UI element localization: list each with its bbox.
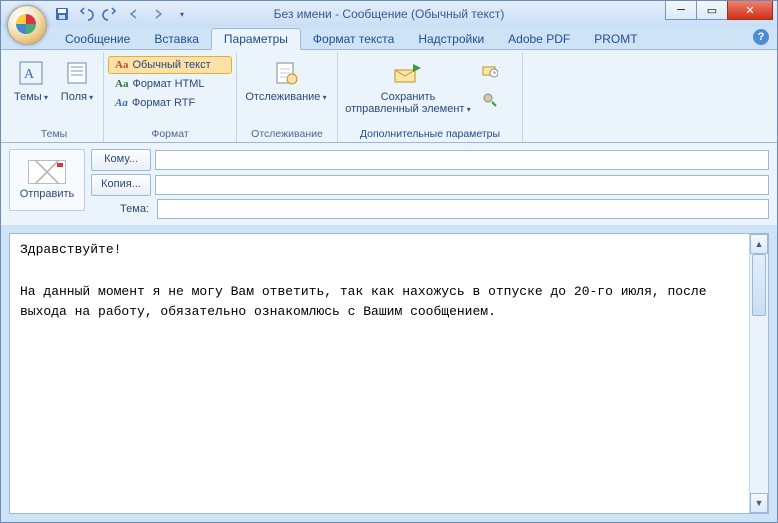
vertical-scrollbar[interactable]: ▲ ▼ — [749, 234, 768, 513]
maximize-button[interactable]: ▭ — [696, 1, 728, 20]
ribbon: A Темы ▾ Поля ▾ Темы AaОбычный текст AaФ… — [1, 50, 777, 143]
delay-delivery-button[interactable] — [478, 58, 502, 82]
format-rtf-button[interactable]: AaФормат RTF — [108, 94, 232, 112]
subject-input[interactable] — [157, 199, 769, 219]
tab-addins[interactable]: Надстройки — [406, 29, 496, 49]
format-plain-button[interactable]: AaОбычный текст — [108, 56, 232, 74]
fields-label: Поля — [61, 91, 87, 103]
tab-format-text[interactable]: Формат текста — [301, 29, 406, 49]
cc-button[interactable]: Копия... — [91, 174, 151, 196]
compose-header: Отправить Кому... Копия... Тема: — [1, 143, 777, 225]
format-plain-label: Обычный текст — [132, 59, 210, 71]
themes-icon: A — [15, 57, 47, 89]
cc-input[interactable] — [155, 175, 769, 195]
group-tracking: Отслеживание ▾ Отслеживание — [237, 52, 338, 142]
send-button[interactable]: Отправить — [9, 149, 85, 211]
scroll-up-button[interactable]: ▲ — [750, 234, 768, 254]
group-format: AaОбычный текст AaФормат HTML AaФормат R… — [104, 52, 237, 142]
tab-options[interactable]: Параметры — [211, 28, 301, 50]
app-window: ▾ Без имени - Сообщение (Обычный текст) … — [0, 0, 778, 523]
to-input[interactable] — [155, 150, 769, 170]
direct-replies-button[interactable] — [478, 88, 502, 112]
tab-adobe-pdf[interactable]: Adobe PDF — [496, 29, 582, 49]
window-controls: ─ ▭ ✕ — [666, 1, 773, 20]
group-format-caption: Формат — [104, 127, 236, 141]
subject-label: Тема: — [91, 203, 153, 215]
group-themes: A Темы ▾ Поля ▾ Темы — [5, 52, 104, 142]
tab-message[interactable]: Сообщение — [53, 29, 142, 49]
svg-text:A: A — [24, 67, 35, 82]
tracking-label: Отслеживание — [245, 91, 320, 103]
office-button[interactable] — [7, 5, 47, 45]
group-more-options: Сохранить отправленный элемент ▾ Дополни… — [338, 52, 523, 142]
quick-access-toolbar: ▾ — [53, 5, 191, 23]
group-tracking-caption: Отслеживание — [237, 127, 337, 141]
undo-icon[interactable] — [77, 5, 95, 23]
header-fields: Кому... Копия... Тема: — [91, 149, 769, 219]
ribbon-tabs: Сообщение Вставка Параметры Формат текст… — [1, 27, 777, 50]
previous-icon[interactable] — [125, 5, 143, 23]
next-icon[interactable] — [149, 5, 167, 23]
format-html-button[interactable]: AaФормат HTML — [108, 75, 232, 93]
tab-promt[interactable]: PROMT — [582, 29, 649, 49]
tab-insert[interactable]: Вставка — [142, 29, 211, 49]
message-body[interactable]: Здравствуйте! На данный момент я не могу… — [20, 240, 746, 507]
format-rtf-label: Формат RTF — [132, 97, 195, 109]
send-label: Отправить — [20, 188, 75, 200]
tracking-icon — [270, 57, 302, 89]
group-more-caption[interactable]: Дополнительные параметры — [338, 127, 522, 141]
qat-customize-icon[interactable]: ▾ — [173, 5, 191, 23]
scroll-down-button[interactable]: ▼ — [750, 493, 768, 513]
themes-label: Темы — [14, 91, 42, 103]
close-button[interactable]: ✕ — [727, 1, 773, 20]
redo-icon[interactable] — [101, 5, 119, 23]
minimize-button[interactable]: ─ — [665, 1, 697, 20]
envelope-icon — [28, 160, 66, 184]
scroll-thumb[interactable] — [752, 254, 766, 316]
save-sent-label: Сохранить отправленный элемент — [345, 91, 464, 115]
save-icon[interactable] — [53, 5, 71, 23]
help-button[interactable]: ? — [753, 29, 769, 45]
to-button[interactable]: Кому... — [91, 149, 151, 171]
title-bar: ▾ Без имени - Сообщение (Обычный текст) … — [1, 1, 777, 27]
message-body-area: Здравствуйте! На данный момент я не могу… — [9, 233, 769, 514]
fields-icon — [61, 57, 93, 89]
group-themes-caption: Темы — [5, 127, 103, 141]
format-html-label: Формат HTML — [132, 78, 204, 90]
save-sent-icon — [392, 57, 424, 89]
